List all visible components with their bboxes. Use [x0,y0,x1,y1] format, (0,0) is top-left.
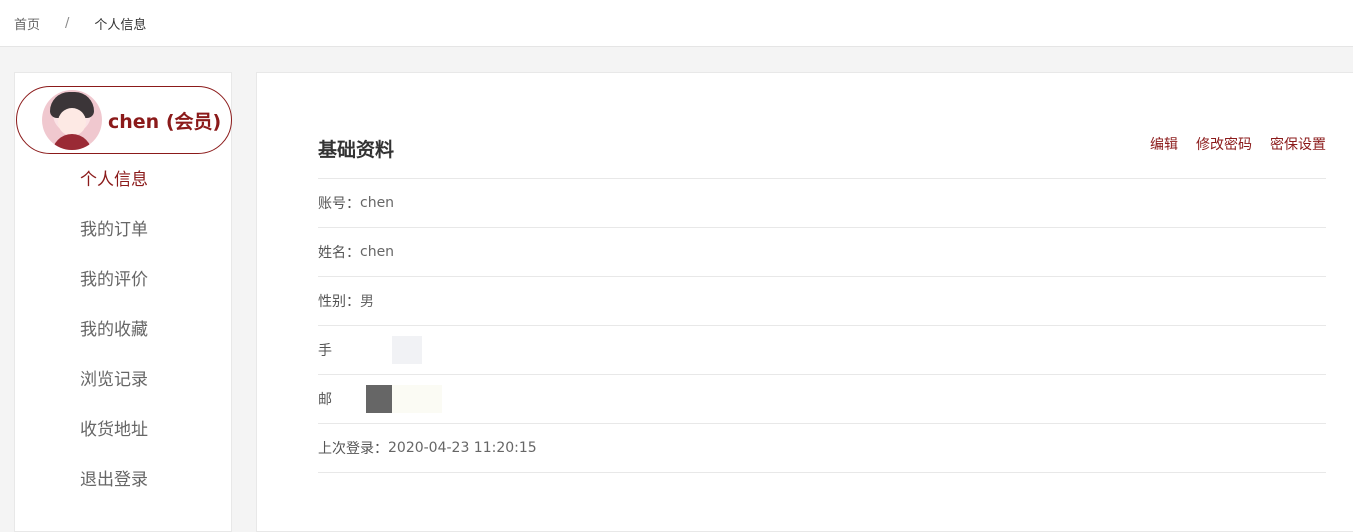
sidebar-item-history[interactable]: 浏览记录 [15,366,231,416]
info-row-last-login: 上次登录： 2020-04-23 11:20:15 [318,424,1326,473]
sidebar-nav: 个人信息 我的订单 我的评价 我的收藏 浏览记录 收货地址 退出登录 [15,166,231,516]
name-label: 姓名： [318,245,360,261]
section-header: 基础资料 编辑 修改密码 密保设置 [318,131,1326,179]
avatar [42,90,102,150]
last-login-label: 上次登录： [318,441,388,457]
email-redaction-faint [392,385,442,413]
section-actions: 编辑 修改密码 密保设置 [1150,134,1326,154]
info-row-phone: 手 [318,326,1326,375]
sidebar-item-orders[interactable]: 我的订单 [15,216,231,266]
phone-label: 手 [318,343,332,359]
sidebar-item-addresses[interactable]: 收货地址 [15,416,231,466]
main-panel: 基础资料 编辑 修改密码 密保设置 账号： chen 姓名： chen 性别： … [256,72,1353,532]
gender-value: 男 [360,294,374,310]
info-row-email: 邮 [318,375,1326,424]
email-redaction [366,385,392,413]
sidebar-item-profile[interactable]: 个人信息 [15,166,231,216]
breadcrumb-current: 个人信息 [94,17,147,33]
sidebar: chen (会员) 个人信息 我的订单 我的评价 我的收藏 浏览记录 收货地址 … [14,72,232,532]
profile-info-list: 账号： chen 姓名： chen 性别： 男 手 邮 上次登录： 2020-0… [318,179,1326,473]
user-name: chen (会员) [108,110,222,133]
user-card[interactable]: chen (会员) [16,86,232,154]
account-value: chen [360,195,395,211]
account-label: 账号： [318,196,360,212]
email-label: 邮 [318,392,332,408]
breadcrumb-home-link[interactable]: 首页 [14,14,40,33]
phone-redaction [392,336,422,364]
sidebar-item-reviews[interactable]: 我的评价 [15,266,231,316]
change-password-button[interactable]: 修改密码 [1196,134,1252,154]
info-row-account: 账号： chen [318,179,1326,228]
section-title: 基础资料 [318,139,395,161]
last-login-value: 2020-04-23 11:20:15 [388,440,537,456]
name-value: chen [360,244,395,260]
sidebar-item-logout[interactable]: 退出登录 [15,466,231,516]
info-row-name: 姓名： chen [318,228,1326,277]
security-settings-button[interactable]: 密保设置 [1270,134,1326,154]
breadcrumb-separator: / [65,15,70,31]
edit-button[interactable]: 编辑 [1150,134,1178,154]
sidebar-item-favorites[interactable]: 我的收藏 [15,316,231,366]
info-row-gender: 性别： 男 [318,277,1326,326]
gender-label: 性别： [318,294,360,310]
breadcrumb: 首页 / 个人信息 [0,0,1353,47]
